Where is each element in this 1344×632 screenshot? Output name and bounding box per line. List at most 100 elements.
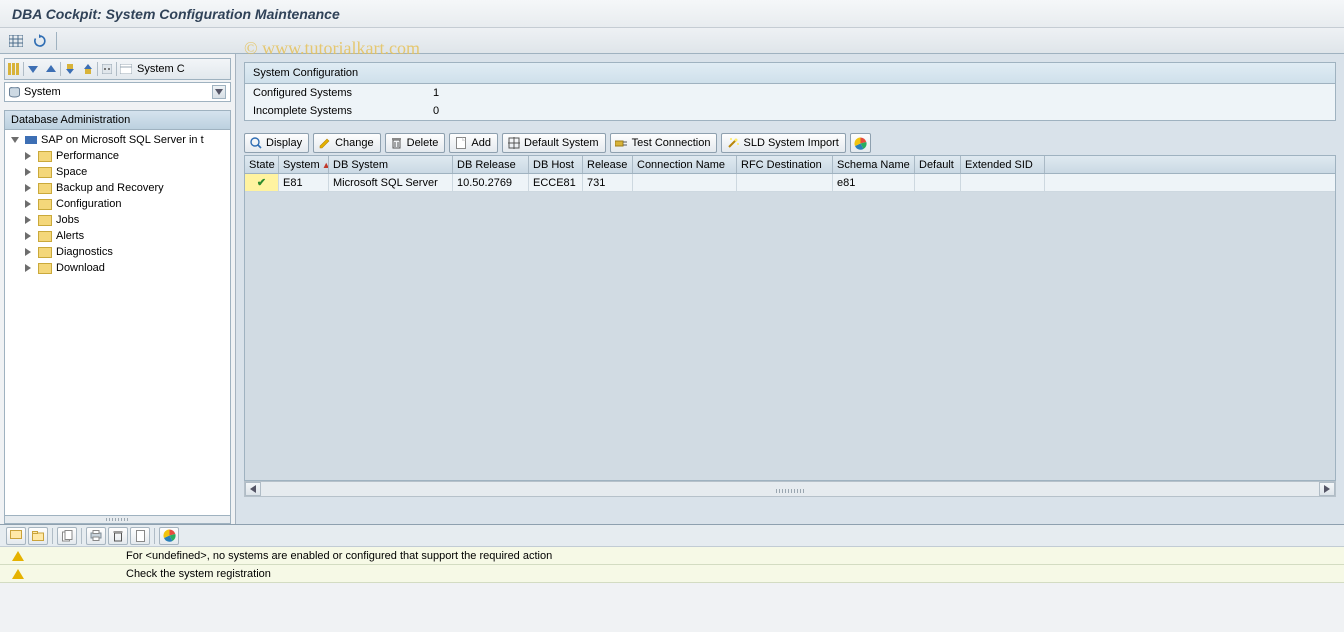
chevron-right-icon[interactable]: [25, 200, 34, 209]
folder-icon: [38, 183, 52, 194]
filter-button[interactable]: [6, 527, 26, 545]
trash-button[interactable]: [108, 527, 128, 545]
main-content: System Configuration Configured Systems …: [236, 54, 1344, 524]
tree-item-download[interactable]: Download: [5, 260, 230, 276]
card-row: Incomplete Systems 0: [245, 102, 1335, 120]
chevron-right-icon[interactable]: [25, 168, 34, 177]
cell-db-release: 10.50.2769: [453, 174, 529, 191]
card-label: Incomplete Systems: [253, 105, 433, 117]
action-toolbar: Display Change Delete Add Default System…: [244, 133, 1336, 153]
warning-icon: [12, 569, 24, 579]
tree-item-jobs[interactable]: Jobs: [5, 212, 230, 228]
column-header-system[interactable]: System▲: [279, 156, 329, 173]
trash-icon: [390, 137, 403, 150]
sld-import-button[interactable]: SLD System Import: [721, 133, 845, 153]
color-legend-button[interactable]: [850, 133, 871, 153]
horizontal-scrollbar[interactable]: [244, 481, 1336, 497]
up-arrow-icon[interactable]: [42, 61, 60, 77]
change-button[interactable]: Change: [313, 133, 381, 153]
cell-schema: e81: [833, 174, 915, 191]
columns-icon[interactable]: [5, 61, 23, 77]
system-selector[interactable]: System: [4, 82, 231, 102]
tree-item-configuration[interactable]: Configuration: [5, 196, 230, 212]
sidebar-toolbar: System C: [4, 58, 231, 80]
chevron-right-icon[interactable]: [25, 152, 34, 161]
folder-icon: [38, 199, 52, 210]
test-connection-button[interactable]: Test Connection: [610, 133, 718, 153]
tree-item-label: Configuration: [56, 198, 121, 210]
sidebar-toolbar-label: System C: [135, 63, 185, 75]
display-button[interactable]: Display: [244, 133, 309, 153]
card-label: Configured Systems: [253, 87, 433, 99]
cell-system: E81: [279, 174, 329, 191]
column-header-default[interactable]: Default: [915, 156, 961, 173]
column-header-release[interactable]: Release: [583, 156, 633, 173]
grid-header-row: State System▲ DB System DB Release DB Ho…: [245, 156, 1335, 174]
column-header-rfc[interactable]: RFC Destination: [737, 156, 833, 173]
chevron-right-icon[interactable]: [25, 184, 34, 193]
search-icon: [249, 137, 262, 150]
folder-button[interactable]: [28, 527, 48, 545]
export-up-icon[interactable]: [79, 61, 97, 77]
grid-view-icon[interactable]: [6, 32, 26, 50]
sort-asc-icon: ▲: [322, 160, 329, 170]
tree-item-performance[interactable]: Performance: [5, 148, 230, 164]
column-header-schema[interactable]: Schema Name: [833, 156, 915, 173]
cell-connection: [633, 174, 737, 191]
tree-item-label: Alerts: [56, 230, 84, 242]
cell-default: [915, 174, 961, 191]
tree-item-label: Performance: [56, 150, 119, 162]
db-icon: [9, 87, 20, 98]
tree-item-space[interactable]: Space: [5, 164, 230, 180]
horizontal-splitter[interactable]: [4, 516, 231, 524]
chevron-down-icon[interactable]: [11, 136, 20, 145]
message-row[interactable]: For <undefined>, no systems are enabled …: [0, 547, 1344, 565]
column-header-state[interactable]: State: [245, 156, 279, 173]
copy-button[interactable]: [57, 527, 77, 545]
warning-icon: [12, 551, 24, 561]
tree-item-diagnostics[interactable]: Diagnostics: [5, 244, 230, 260]
message-row[interactable]: Check the system registration: [0, 565, 1344, 583]
button-label: SLD System Import: [743, 137, 838, 149]
cell-extsid: [961, 174, 1045, 191]
document-button[interactable]: [130, 527, 150, 545]
export-down-icon[interactable]: [61, 61, 79, 77]
button-label: Default System: [524, 137, 599, 149]
default-system-button[interactable]: Default System: [502, 133, 606, 153]
down-arrow-icon[interactable]: [24, 61, 42, 77]
table-row[interactable]: ✔ E81 Microsoft SQL Server 10.50.2769 EC…: [245, 174, 1335, 192]
column-header-db-host[interactable]: DB Host: [529, 156, 583, 173]
tree-item-alerts[interactable]: Alerts: [5, 228, 230, 244]
chevron-right-icon[interactable]: [25, 216, 34, 225]
target-icon: [507, 137, 520, 150]
folder-icon: [38, 231, 52, 242]
scroll-left-icon[interactable]: [245, 482, 261, 496]
color-legend-button[interactable]: [159, 527, 179, 545]
column-header-connection[interactable]: Connection Name: [633, 156, 737, 173]
system-list-icon[interactable]: [117, 61, 135, 77]
column-header-db-release[interactable]: DB Release: [453, 156, 529, 173]
chevron-down-icon[interactable]: [212, 85, 226, 99]
print-button[interactable]: [86, 527, 106, 545]
navigation-tree: SAP on Microsoft SQL Server in t Perform…: [4, 130, 231, 516]
delete-button[interactable]: Delete: [385, 133, 446, 153]
column-label: System: [283, 159, 320, 171]
tree-root-node[interactable]: SAP on Microsoft SQL Server in t: [5, 132, 230, 148]
refresh-icon[interactable]: [30, 32, 50, 50]
scroll-right-icon[interactable]: [1319, 482, 1335, 496]
folder-icon: [38, 263, 52, 274]
menu-dots-icon[interactable]: [98, 61, 116, 77]
tree-item-backup[interactable]: Backup and Recovery: [5, 180, 230, 196]
column-header-extsid[interactable]: Extended SID: [961, 156, 1045, 173]
column-header-db-system[interactable]: DB System: [329, 156, 453, 173]
add-button[interactable]: Add: [449, 133, 498, 153]
chevron-right-icon[interactable]: [25, 248, 34, 257]
chevron-right-icon[interactable]: [25, 232, 34, 241]
page-title: DBA Cockpit: System Configuration Mainte…: [0, 0, 1344, 28]
message-toolbar: [0, 525, 1344, 547]
cell-rfc: [737, 174, 833, 191]
grid-body: ✔ E81 Microsoft SQL Server 10.50.2769 EC…: [245, 174, 1335, 480]
cell-state: ✔: [245, 174, 279, 191]
message-icon-cell: [0, 569, 120, 579]
chevron-right-icon[interactable]: [25, 264, 34, 273]
